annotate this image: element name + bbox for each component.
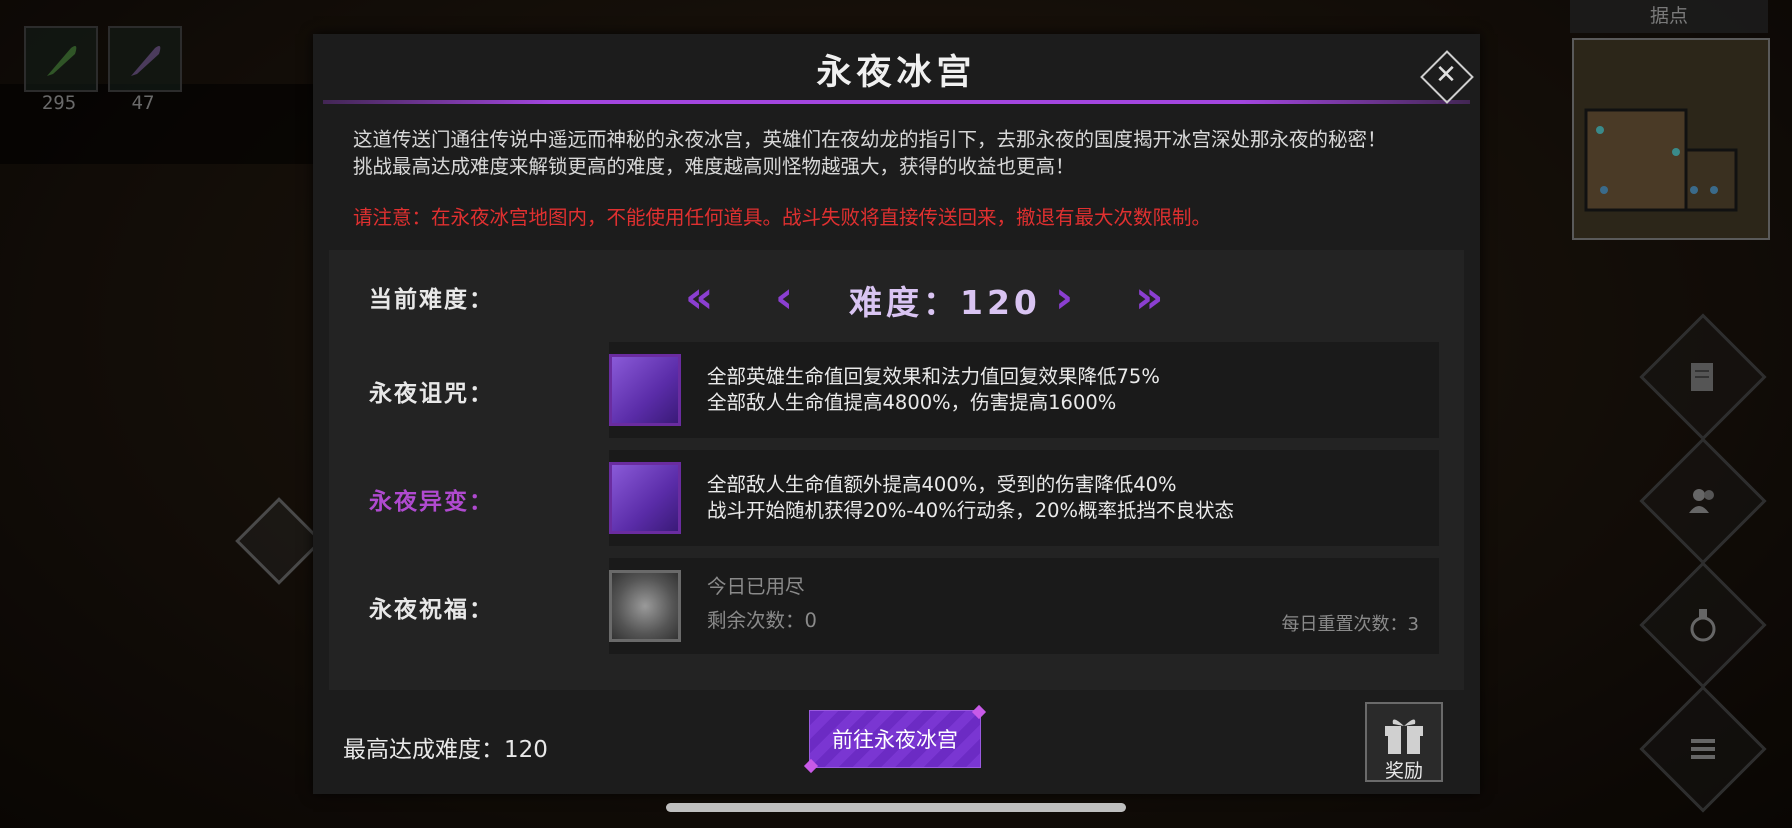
minimap[interactable]: [1572, 38, 1770, 240]
prev-difficulty-button[interactable]: ‹: [775, 276, 793, 320]
mutation-moon-bats-icon[interactable]: [609, 462, 681, 534]
curse-effects: 全部英雄生命值回复效果和法力值回复效果降低75% 全部敌人生命值提高4800%，…: [707, 364, 1160, 416]
mutation-line-2: 战斗开始随机获得20%-40%行动条，20%概率抵挡不良状态: [707, 499, 1235, 522]
next-difficulty-button[interactable]: ›: [1055, 276, 1073, 320]
description-line-1: 这道传送门通往传说中遥远而神秘的永夜冰宫，英雄们在夜幼龙的指引下，去那永夜的国度…: [353, 128, 1387, 151]
reward-label: 奖励: [1384, 760, 1423, 782]
blessing-label: 永夜祝福：: [369, 597, 494, 623]
curse-label: 永夜诅咒：: [369, 381, 494, 407]
close-icon: ✕: [1435, 60, 1457, 90]
curse-line-1: 全部英雄生命值回复效果和法力值回复效果降低75%: [707, 365, 1160, 388]
reward-button[interactable]: 奖励: [1365, 702, 1443, 782]
first-difficulty-button[interactable]: «: [685, 276, 713, 320]
menu-list-icon: [1691, 739, 1715, 759]
eternal-night-palace-dialog: 永夜冰宫 ✕ 这道传送门通往传说中遥远而神秘的永夜冰宫，英雄们在夜幼龙的指引下，…: [313, 34, 1480, 794]
blessing-swirl-icon[interactable]: [609, 570, 681, 642]
description-line-2: 挑战最高达成难度来解锁更高的难度，难度越高则怪物越强大，获得的收益也更高！: [353, 155, 1075, 178]
difficulty-row: 当前难度： « ‹ 难度：120 › »: [329, 250, 1464, 342]
blessing-remaining: 剩余次数：0: [707, 609, 817, 632]
home-indicator[interactable]: [666, 803, 1126, 812]
feather-purple-icon: [131, 46, 161, 76]
go-to-palace-button[interactable]: 前往永夜冰宫: [803, 704, 987, 774]
minimap-title: 据点: [1570, 0, 1768, 33]
heroes-icon: [1689, 489, 1714, 513]
difficulty-panel: 当前难度： « ‹ 难度：120 › » 永夜诅咒： 全部英雄生命值回复效果和法…: [329, 250, 1464, 690]
difficulty-label: 当前难度：: [369, 287, 494, 313]
feather-green-icon: [47, 46, 77, 76]
dialog-title: 永夜冰宫: [816, 53, 977, 93]
resource-slot-feather-green[interactable]: [24, 26, 98, 92]
potion-icon: [1690, 609, 1716, 642]
warning-text: 请注意：在永夜冰宫地图内，不能使用任何道具。战斗失败将直接传送回来，撤退有最大次…: [353, 206, 1212, 229]
last-difficulty-button[interactable]: »: [1135, 276, 1163, 320]
difficulty-value: 难度：120: [849, 283, 1041, 322]
mutation-line-1: 全部敌人生命值额外提高400%，受到的伤害降低40%: [707, 473, 1177, 496]
curse-moon-bats-icon[interactable]: [609, 354, 681, 426]
quest-scroll-icon: [1691, 363, 1713, 391]
blessing-row: 永夜祝福： 今日已用尽 剩余次数：0 每日重置次数：3: [329, 558, 1464, 654]
minimap-drawing: [1574, 40, 1768, 238]
max-difficulty-text: 最高达成难度：120: [343, 737, 548, 763]
mutation-effects: 全部敌人生命值额外提高400%，受到的伤害降低40% 战斗开始随机获得20%-4…: [707, 472, 1234, 524]
blessing-status: 今日已用尽: [707, 575, 805, 598]
go-button-label: 前往永夜冰宫: [832, 728, 958, 752]
curse-row: 永夜诅咒： 全部英雄生命值回复效果和法力值回复效果降低75% 全部敌人生命值提高…: [329, 342, 1464, 438]
close-button[interactable]: ✕: [1420, 50, 1474, 104]
mutation-row: 永夜异变： 全部敌人生命值额外提高400%，受到的伤害降低40% 战斗开始随机获…: [329, 450, 1464, 546]
resource-slot-feather-purple[interactable]: [108, 26, 182, 92]
dialog-description: 这道传送门通往传说中遥远而神秘的永夜冰宫，英雄们在夜幼龙的指引下，去那永夜的国度…: [353, 126, 1453, 180]
mutation-label: 永夜异变：: [369, 489, 494, 515]
mutation-box: 全部敌人生命值额外提高400%，受到的伤害降低40% 战斗开始随机获得20%-4…: [609, 450, 1439, 546]
blessing-daily-reset: 每日重置次数：3: [1281, 614, 1419, 635]
resource-count-purple: 47: [131, 92, 155, 114]
resource-count-green: 295: [41, 92, 77, 114]
gift-icon: [1385, 719, 1423, 754]
title-divider: [323, 100, 1470, 104]
curse-box: 全部英雄生命值回复效果和法力值回复效果降低75% 全部敌人生命值提高4800%，…: [609, 342, 1439, 438]
blessing-box: 今日已用尽 剩余次数：0 每日重置次数：3: [609, 558, 1439, 654]
curse-line-2: 全部敌人生命值提高4800%，伤害提高1600%: [707, 391, 1117, 414]
